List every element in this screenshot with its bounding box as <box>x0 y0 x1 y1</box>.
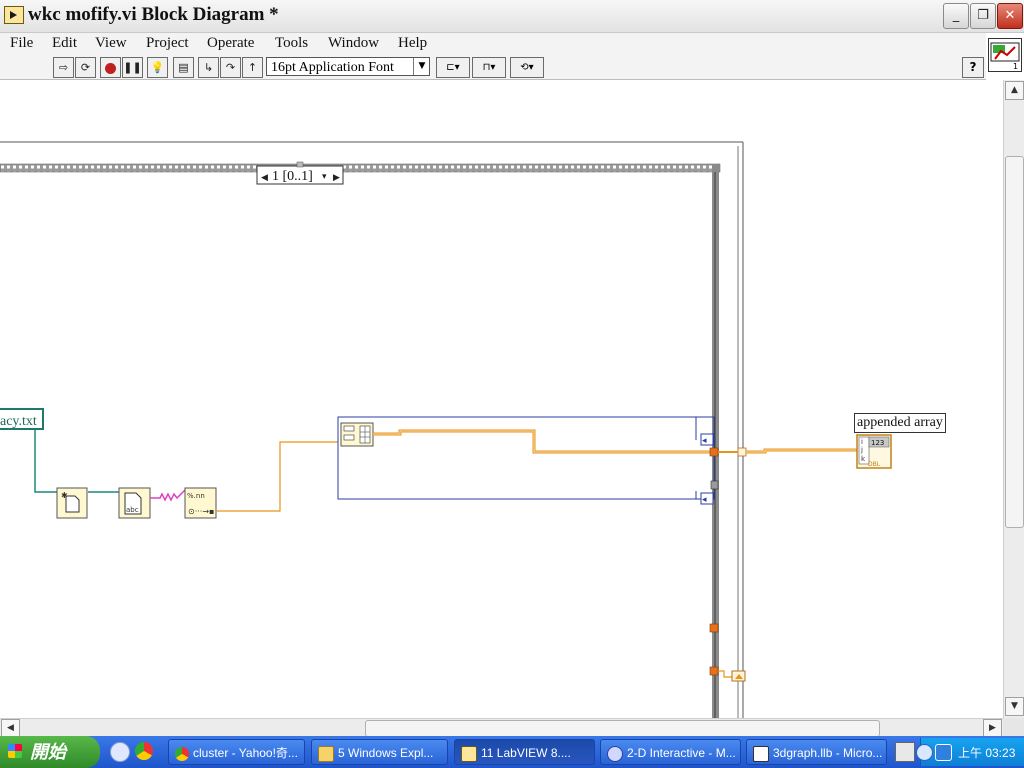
path-wire[interactable] <box>34 429 57 493</box>
window-title: wkc mofify.vi Block Diagram * <box>28 4 279 25</box>
2d-array-wire[interactable] <box>373 429 712 454</box>
menu-file[interactable]: File <box>10 35 33 52</box>
abort-button[interactable] <box>100 57 121 78</box>
file-icon <box>65 495 80 513</box>
task-labview[interactable]: 11 LabVIEW 8.... <box>454 739 595 765</box>
step-over-button[interactable]: ↷ <box>220 57 241 78</box>
svg-text:⊙···→▪: ⊙···→▪ <box>188 507 214 516</box>
task-chrome[interactable]: cluster - Yahoo!奇... <box>168 739 305 765</box>
svg-text:✱: ✱ <box>61 491 68 500</box>
toolbar: ⇨ ⟳ ❚❚ 💡 ▤ ↳ ↷ ↑ 16pt Application Font ▼… <box>0 55 986 80</box>
frame-tunnel[interactable] <box>737 447 747 457</box>
minimize-button[interactable]: _ <box>943 3 969 29</box>
svg-text:%.nn: %.nn <box>187 492 205 500</box>
app-icon <box>607 745 623 762</box>
run-button[interactable]: ⇨ <box>53 57 74 78</box>
run-continuously-button[interactable]: ⟳ <box>75 57 96 78</box>
document-icon <box>753 745 769 762</box>
for-loop-structure <box>337 416 715 500</box>
case-decrement-icon[interactable]: ◀ <box>261 173 268 183</box>
vertical-scroll-thumb[interactable] <box>1005 156 1024 528</box>
labview-icon <box>461 745 477 762</box>
svg-text:1: 1 <box>1013 62 1018 71</box>
diagram-svg: ◀ ▶ ▾ 1 [0..1] acy.txt ✱ abc %.nn ⊙···→▪ <box>0 141 892 718</box>
scrollbar-corner <box>1003 718 1024 736</box>
sequence-tunnel-2[interactable] <box>709 623 719 633</box>
indicator-label[interactable]: appended array <box>854 413 946 433</box>
svg-text:◂: ◂ <box>702 436 707 446</box>
scroll-down-icon[interactable]: ▼ <box>1005 697 1024 716</box>
horizontal-scrollbar[interactable]: ◀ ▶ <box>0 718 1003 738</box>
ie-quicklaunch-icon[interactable] <box>110 742 130 762</box>
menu-tools[interactable]: Tools <box>275 35 308 52</box>
chevron-left-icon[interactable] <box>916 744 933 761</box>
menu-help[interactable]: Help <box>398 35 427 52</box>
distribute-objects-dropdown[interactable]: ⊓▾ <box>472 57 506 78</box>
svg-text:abc: abc <box>126 506 139 514</box>
pause-button[interactable]: ❚❚ <box>122 57 143 78</box>
font-select[interactable]: 16pt Application Font <box>266 57 430 76</box>
case-dropdown-icon[interactable]: ▾ <box>322 172 327 182</box>
case-selector-label: 1 [0..1] <box>272 169 313 184</box>
highlight-execution-button[interactable]: 💡 <box>147 57 168 78</box>
keyboard-icon[interactable] <box>895 742 915 762</box>
labview-app-icon[interactable] <box>4 6 24 24</box>
chrome-icon <box>175 746 189 761</box>
windows-flag-icon <box>8 744 22 758</box>
case-increment-icon[interactable]: ▶ <box>333 173 340 183</box>
align-objects-dropdown[interactable]: ⊏▾ <box>436 57 470 78</box>
indicator-type: DBL <box>868 461 881 468</box>
menu-window[interactable]: Window <box>328 35 379 52</box>
block-diagram-canvas[interactable]: ◀ ▶ ▾ 1 [0..1] acy.txt ✱ abc %.nn ⊙···→▪ <box>0 80 1003 718</box>
sequence-top-border <box>0 163 721 173</box>
folder-icon <box>318 745 334 762</box>
sequence-tunnel-grey[interactable] <box>710 480 719 490</box>
context-help-button[interactable]: ? <box>962 57 984 78</box>
array-wire[interactable] <box>216 441 338 512</box>
sequence-tunnel-3[interactable] <box>709 666 719 676</box>
stop-icon <box>105 62 116 74</box>
vi-icon[interactable]: 1 <box>988 38 1022 72</box>
task-3dgraph[interactable]: 3dgraph.llb - Micro... <box>746 739 887 765</box>
vertical-scrollbar[interactable]: ▲ ▼ <box>1003 80 1024 718</box>
string-wire[interactable] <box>150 489 186 502</box>
title-bar: wkc mofify.vi Block Diagram * _ ❐ ✕ <box>0 0 1024 33</box>
svg-text:i: i <box>861 438 863 446</box>
reorder-dropdown[interactable]: ⟲▾ <box>510 57 544 78</box>
chevron-down-icon[interactable]: ▼ <box>413 58 430 75</box>
menu-edit[interactable]: Edit <box>52 35 77 52</box>
start-label: 開始 <box>30 742 66 762</box>
start-button[interactable]: 開始 <box>0 736 100 768</box>
vi-glyph-icon: 1 <box>990 42 1020 71</box>
scroll-up-icon[interactable]: ▲ <box>1005 81 1024 100</box>
maximize-button[interactable]: ❐ <box>970 3 996 29</box>
task-windows-explorer[interactable]: 5 Windows Expl... <box>311 739 448 765</box>
chrome-quicklaunch-icon[interactable] <box>135 742 153 760</box>
menu-view[interactable]: View <box>95 35 127 52</box>
svg-text:◂: ◂ <box>702 495 707 505</box>
horizontal-scroll-thumb[interactable] <box>365 720 880 737</box>
sequence-tunnel-array[interactable] <box>709 447 719 457</box>
task-2d-interactive[interactable]: 2-D Interactive - M... <box>600 739 741 765</box>
step-out-button[interactable]: ↑ <box>242 57 263 78</box>
menu-operate[interactable]: Operate <box>207 35 254 52</box>
step-into-button[interactable]: ↳ <box>198 57 219 78</box>
close-button[interactable]: ✕ <box>997 3 1023 29</box>
indicator-digits: 123 <box>871 439 884 447</box>
menu-project[interactable]: Project <box>146 35 189 52</box>
path-constant-value: acy.txt <box>0 414 37 429</box>
taskbar-clock[interactable]: 上午 03:23 <box>958 744 1015 761</box>
retain-wire-values-button[interactable]: ▤ <box>173 57 194 78</box>
svg-text:j: j <box>860 446 863 454</box>
tray-app-icon[interactable] <box>935 744 952 761</box>
menu-bar: File Edit View Project Operate Tools Win… <box>0 33 986 55</box>
